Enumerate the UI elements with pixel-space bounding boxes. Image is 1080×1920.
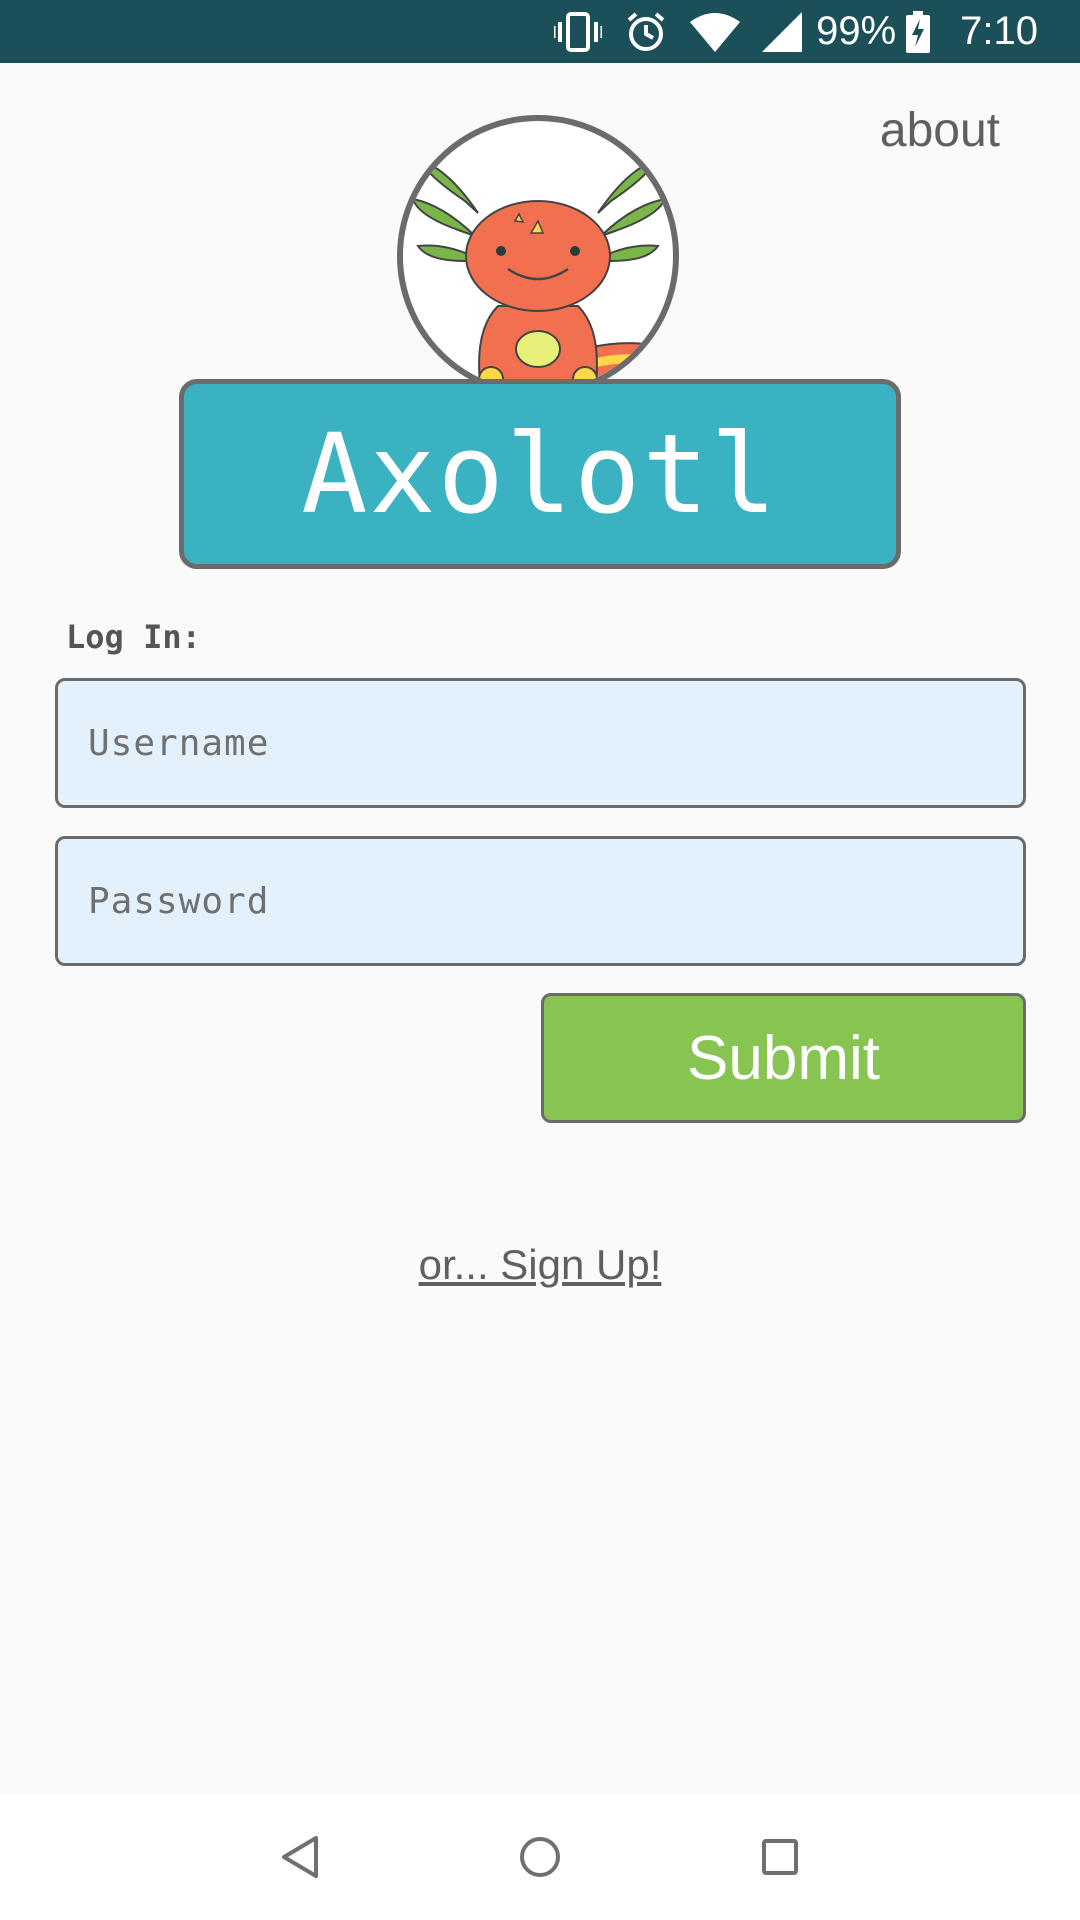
logo-circle [397,115,679,397]
battery-percent: 99% [816,9,897,53]
vibrate-icon [554,10,603,54]
app-title: Axolotl [179,379,901,569]
status-bar: 99% 7:10 [0,0,1080,63]
username-input[interactable] [55,678,1026,808]
password-input[interactable] [55,836,1026,966]
clock: 7:10 [960,9,1038,53]
axolotl-mascot-illustration [411,159,673,391]
cell-signal-icon [762,11,803,52]
system-nav-bar [0,1793,1080,1920]
about-link[interactable]: about [880,103,1000,158]
alarm-icon [624,10,668,54]
login-section-label: Log In: [66,618,201,656]
back-icon[interactable] [260,1817,340,1897]
battery-charging-icon [906,10,931,53]
submit-button[interactable]: Submit [541,993,1026,1123]
signup-link[interactable]: or... Sign Up! [0,1241,1080,1289]
recents-icon[interactable] [740,1817,820,1897]
main-content: about Axolotl Log In: Username Submit or… [0,63,1080,1793]
home-icon[interactable] [500,1817,580,1897]
wifi-icon [690,12,741,52]
